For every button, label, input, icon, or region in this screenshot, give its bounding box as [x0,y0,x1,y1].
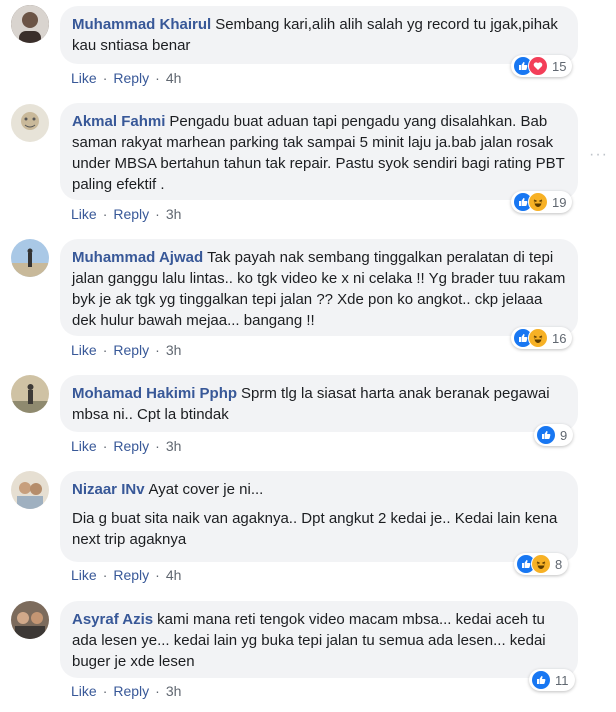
reactions-badge[interactable]: 11 [529,669,575,691]
comment-time[interactable]: 3h [166,438,182,454]
reply-link[interactable]: Reply [113,342,149,358]
comment-author[interactable]: Mohamad Hakimi Pphp [72,385,237,402]
reactions-badge[interactable]: 15 [511,55,573,77]
reply-link[interactable]: Reply [113,567,149,583]
haha-reaction-icon [531,554,551,574]
comment-time[interactable]: 3h [166,683,182,699]
comment-bubble: Nizaar INv Ayat cover je ni... Dia g buat… [60,471,578,562]
avatar[interactable] [11,601,49,639]
like-link[interactable]: Like [71,70,97,86]
reaction-count: 9 [560,427,568,443]
avatar[interactable] [11,471,49,509]
avatar[interactable] [11,104,49,142]
reactions-badge[interactable]: 16 [511,327,573,349]
comment-bubble: Akmal Fahmi Pengadu buat aduan tapi penga… [60,103,578,200]
reply-link[interactable]: Reply [113,683,149,699]
like-reaction-icon [536,425,556,445]
like-reaction-icon [531,670,551,690]
comment-author[interactable]: Muhammad Khairul [72,16,211,33]
reply-link[interactable]: Reply [113,438,149,454]
comment-actions: Like · Reply · 3h [71,438,182,454]
comment-time[interactable]: 3h [166,206,182,222]
avatar[interactable] [11,239,49,277]
reaction-count: 8 [555,556,563,572]
comment-actions: Like · Reply · 4h [71,567,182,583]
comment-actions: Like · Reply · 3h [71,683,182,699]
reaction-count: 11 [555,672,569,688]
comment-actions: Like · Reply · 3h [71,342,182,358]
reaction-count: 15 [552,58,567,74]
reply-link[interactable]: Reply [113,206,149,222]
comment-author[interactable]: Asyraf Azis [72,611,153,628]
reaction-count: 16 [552,330,567,346]
reactions-badge[interactable]: 19 [511,191,573,213]
comment-author[interactable]: Muhammad Ajwad [72,249,203,266]
reactions-badge[interactable]: 8 [514,553,569,575]
comment-text-paragraph: Dia g buat sita naik van agaknya.. Dpt a… [72,510,558,548]
like-link[interactable]: Like [71,206,97,222]
comment-author[interactable]: Akmal Fahmi [72,113,165,130]
more-options-icon[interactable]: ··· [589,146,608,164]
like-link[interactable]: Like [71,567,97,583]
avatar[interactable] [11,375,49,413]
reaction-count: 19 [552,194,567,210]
like-link[interactable]: Like [71,342,97,358]
haha-reaction-icon [528,328,548,348]
love-reaction-icon [528,56,548,76]
comment-author[interactable]: Nizaar INv [72,481,145,498]
comment-actions: Like · Reply · 4h [71,70,182,86]
comment-text: Ayat cover je ni... [148,481,264,498]
comment-time[interactable]: 3h [166,342,182,358]
comment-bubble: Asyraf Azis kami mana reti tengok video m… [60,601,578,678]
comment-time[interactable]: 4h [166,567,182,583]
haha-reaction-icon [528,192,548,212]
avatar[interactable] [11,5,49,43]
like-link[interactable]: Like [71,438,97,454]
reply-link[interactable]: Reply [113,70,149,86]
reactions-badge[interactable]: 9 [534,424,574,446]
comment-bubble: Mohamad Hakimi Pphp Sprm tlg la siasat ha… [60,375,578,432]
comment-bubble: Muhammad Khairul Sembang kari,alih alih s… [60,6,578,64]
comment-time[interactable]: 4h [166,70,182,86]
comment-bubble: Muhammad Ajwad Tak payah nak sembang ting… [60,239,578,336]
like-link[interactable]: Like [71,683,97,699]
comment-actions: Like · Reply · 3h [71,206,182,222]
